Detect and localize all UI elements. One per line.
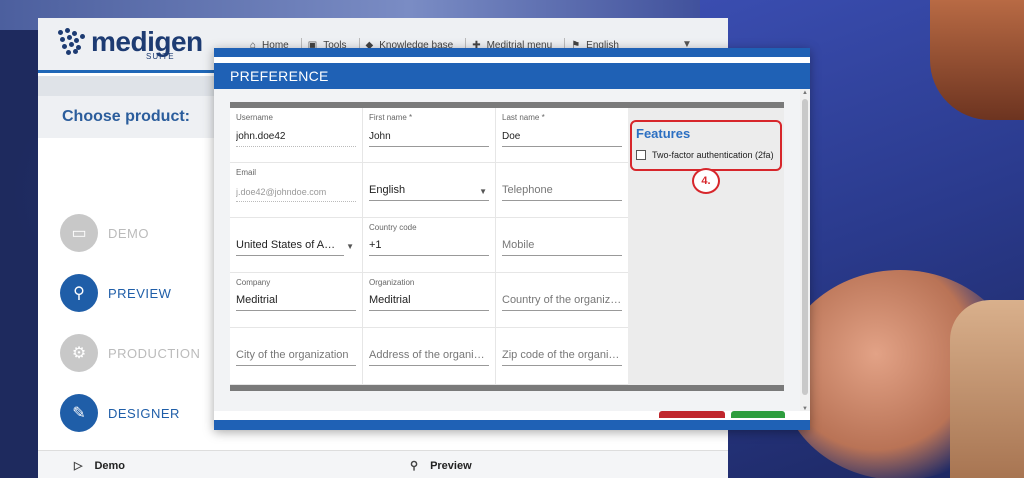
features-title: Features bbox=[636, 126, 691, 141]
email-field[interactable]: Email j.doe42@johndoe.com bbox=[230, 163, 363, 218]
features-panel: Features Two-factor authentication (2fa)… bbox=[628, 108, 784, 385]
step-marker: 4. bbox=[692, 168, 720, 194]
tab-preview[interactable]: ⚲ Preview bbox=[410, 459, 472, 473]
logo-subtitle: SUITE bbox=[146, 52, 175, 61]
two-factor-label[interactable]: Two-factor authentication (2fa) bbox=[652, 150, 774, 160]
modal-header: PREFERENCE bbox=[214, 63, 810, 89]
product-designer-label: DESIGNER bbox=[108, 405, 180, 421]
country-value[interactable]: United States of Am… bbox=[236, 238, 344, 256]
bottom-tabs: ▷ Demo ⚲ Preview bbox=[38, 450, 728, 478]
language-value[interactable]: English bbox=[369, 183, 489, 201]
company-value[interactable]: Meditrial bbox=[236, 293, 356, 311]
modal-title: PREFERENCE bbox=[230, 68, 329, 84]
choose-product-title: Choose product: bbox=[62, 108, 190, 125]
logo[interactable]: medigen bbox=[56, 26, 203, 58]
org-city-placeholder[interactable]: City of the organization bbox=[236, 348, 356, 366]
search-icon: ⚲ bbox=[410, 460, 419, 472]
org-zip-placeholder[interactable]: Zip code of the organi… bbox=[502, 348, 622, 366]
chevron-down-icon[interactable]: ▼ bbox=[346, 242, 354, 251]
org-address-field[interactable]: Address of the organiz… bbox=[363, 328, 496, 385]
tab-demo[interactable]: ▷ Demo bbox=[74, 459, 125, 473]
modal-scrollbar[interactable]: ▲ ▼ bbox=[800, 89, 810, 413]
organization-value[interactable]: Meditrial bbox=[369, 293, 489, 311]
gear-icon: ⚙ bbox=[60, 334, 98, 372]
chevron-down-icon[interactable]: ▼ bbox=[479, 187, 487, 196]
monitor-icon: ▷ bbox=[74, 460, 83, 472]
last-name-field[interactable]: Last name * Doe bbox=[496, 108, 629, 163]
org-city-field[interactable]: City of the organization bbox=[230, 328, 363, 385]
two-factor-checkbox[interactable] bbox=[636, 150, 646, 160]
org-zip-field[interactable]: Zip code of the organi… bbox=[496, 328, 629, 385]
scrollbar-thumb[interactable] bbox=[802, 99, 808, 395]
cancel-button[interactable] bbox=[659, 411, 725, 418]
telephone-field[interactable]: Telephone bbox=[496, 163, 629, 218]
org-country-placeholder[interactable]: Country of the organiz… bbox=[502, 293, 622, 311]
monitor-icon: ▭ bbox=[60, 214, 98, 252]
two-factor-option[interactable]: Two-factor authentication (2fa) bbox=[636, 150, 774, 160]
logo-mark-icon bbox=[56, 26, 88, 58]
product-production-label: PRODUCTION bbox=[108, 345, 201, 361]
confirm-button[interactable] bbox=[731, 411, 785, 418]
first-name-field[interactable]: First name * John bbox=[363, 108, 496, 163]
username-value[interactable]: john.doe42 bbox=[236, 130, 356, 147]
country-code-field[interactable]: Country code +1 bbox=[363, 218, 496, 273]
product-demo-label: DEMO bbox=[108, 225, 149, 241]
username-field[interactable]: Username john.doe42 bbox=[230, 108, 363, 163]
first-name-value[interactable]: John bbox=[369, 130, 489, 147]
product-designer[interactable]: ✎ DESIGNER bbox=[60, 393, 220, 433]
email-value: j.doe42@johndoe.com bbox=[236, 185, 356, 202]
preference-form: Username john.doe42 First name * John La… bbox=[230, 102, 784, 391]
search-icon: ⚲ bbox=[60, 274, 98, 312]
language-select[interactable]: English ▼ bbox=[363, 163, 496, 218]
last-name-value[interactable]: Doe bbox=[502, 130, 622, 147]
scroll-up-icon[interactable]: ▲ bbox=[802, 90, 808, 96]
features-highlight: Features Two-factor authentication (2fa) bbox=[630, 120, 782, 171]
preference-modal: PREFERENCE Username john.doe42 First nam… bbox=[214, 48, 810, 430]
edit-icon: ✎ bbox=[60, 394, 98, 432]
mobile-placeholder[interactable]: Mobile bbox=[502, 238, 622, 256]
product-demo[interactable]: ▭ DEMO bbox=[60, 213, 220, 253]
product-preview[interactable]: ⚲ PREVIEW bbox=[60, 273, 220, 313]
organization-field[interactable]: Organization Meditrial bbox=[363, 273, 496, 328]
org-address-placeholder[interactable]: Address of the organiz… bbox=[369, 348, 489, 366]
mobile-field[interactable]: Mobile bbox=[496, 218, 629, 273]
country-select[interactable]: United States of Am… ▼ bbox=[230, 218, 363, 273]
telephone-placeholder[interactable]: Telephone bbox=[502, 183, 622, 201]
country-code-value[interactable]: +1 bbox=[369, 238, 489, 256]
product-preview-label: PREVIEW bbox=[108, 285, 172, 301]
modal-content: Username john.doe42 First name * John La… bbox=[214, 89, 810, 411]
org-country-field[interactable]: Country of the organiz… bbox=[496, 273, 629, 328]
company-field[interactable]: Company Meditrial bbox=[230, 273, 363, 328]
product-production[interactable]: ⚙ PRODUCTION bbox=[60, 333, 220, 373]
